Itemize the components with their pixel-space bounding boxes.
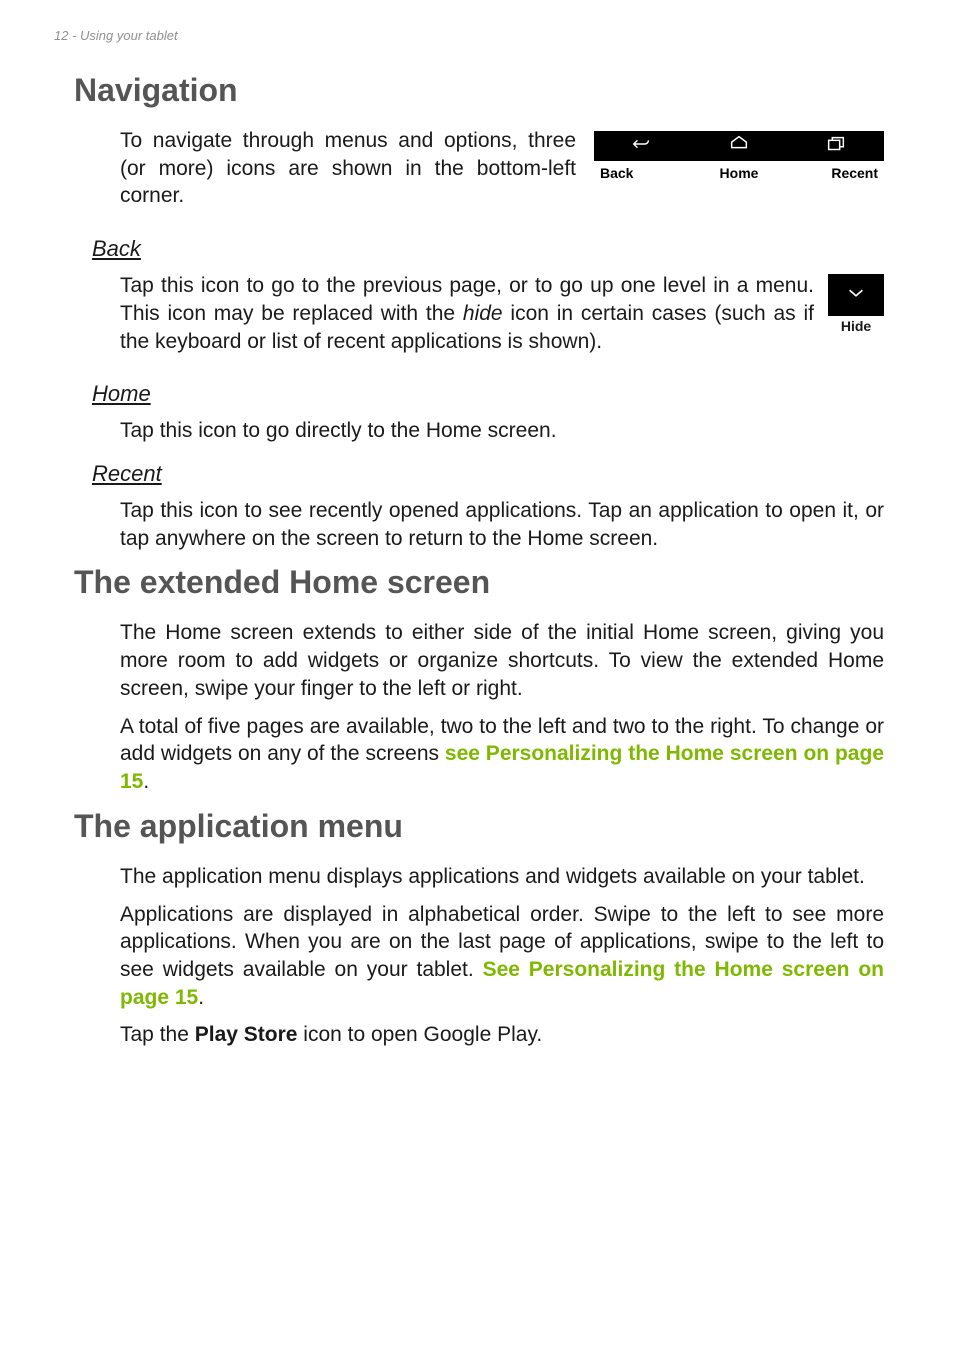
appmenu-paragraph-1: The application menu displays applicatio… [120, 863, 884, 891]
section-title-application-menu: The application menu [74, 808, 884, 845]
recent-paragraph: Tap this icon to see recently opened app… [120, 497, 884, 552]
hide-word-italic: hide [463, 302, 503, 325]
navigation-intro-row: To navigate through menus and options, t… [74, 127, 884, 220]
page-content: Navigation To navigate through menus and… [74, 60, 884, 1059]
subheading-recent: Recent [92, 461, 884, 487]
home-icon [728, 133, 750, 160]
appmenu-paragraph-3: Tap the Play Store icon to open Google P… [120, 1021, 884, 1049]
subheading-back: Back [92, 236, 884, 262]
appmenu-paragraph-2: Applications are displayed in alphabetic… [120, 901, 884, 1012]
section-title-extended-home: The extended Home screen [74, 564, 884, 601]
chevron-down-icon [845, 282, 867, 309]
back-paragraph: Tap this icon to go to the previous page… [120, 272, 814, 355]
back-icon [631, 133, 653, 160]
appmenu3-text-a: Tap the [120, 1023, 195, 1046]
section-title-navigation: Navigation [74, 72, 884, 109]
extended-paragraph-1: The Home screen extends to either side o… [120, 619, 884, 702]
back-subsection-row: Tap this icon to go to the previous page… [74, 272, 884, 365]
navbar-labels: Back Home Recent [594, 165, 884, 181]
navbar-label-home: Home [693, 165, 786, 181]
home-paragraph: Tap this icon to go directly to the Home… [120, 417, 884, 445]
page-header: 12 - Using your tablet [54, 28, 178, 43]
ext2-text-b: . [143, 770, 149, 793]
extended-paragraph-2: A total of five pages are available, two… [120, 713, 884, 796]
navbar-label-back: Back [594, 165, 693, 181]
hide-icon-figure: Hide [828, 274, 884, 334]
navigation-intro-paragraph: To navigate through menus and options, t… [120, 127, 576, 210]
appmenu2-text-b: . [198, 986, 204, 1009]
appmenu3-text-b: icon to open Google Play. [297, 1023, 542, 1046]
recent-icon [825, 133, 847, 160]
hide-icon-box [828, 274, 884, 316]
navbar-strip [594, 131, 884, 161]
hide-icon-caption: Hide [828, 318, 884, 334]
navbar-label-recent: Recent [785, 165, 884, 181]
navbar-illustration: Back Home Recent [594, 131, 884, 181]
subheading-home: Home [92, 381, 884, 407]
play-store-bold: Play Store [195, 1023, 298, 1046]
